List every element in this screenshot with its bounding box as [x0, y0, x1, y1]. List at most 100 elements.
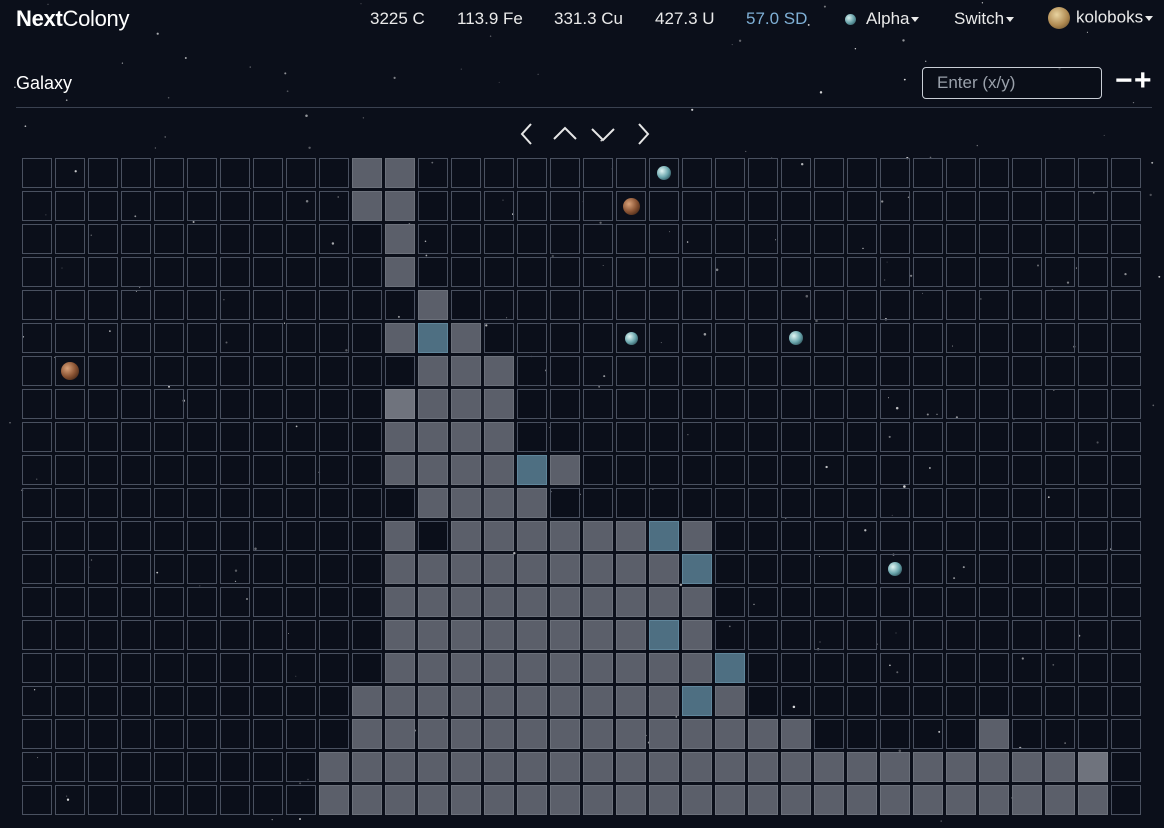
map-tile[interactable] [616, 257, 646, 287]
map-tile[interactable] [385, 356, 415, 386]
map-tile[interactable] [253, 719, 283, 749]
map-tile[interactable] [1012, 455, 1042, 485]
map-tile[interactable] [1012, 290, 1042, 320]
zoom-out-button[interactable]: − [1115, 66, 1133, 96]
map-tile[interactable] [649, 488, 679, 518]
map-tile[interactable] [451, 257, 481, 287]
map-tile[interactable] [220, 785, 250, 815]
map-tile[interactable] [1012, 389, 1042, 419]
map-tile[interactable] [913, 587, 943, 617]
map-tile[interactable] [1111, 686, 1141, 716]
map-tile[interactable] [88, 323, 118, 353]
map-tile[interactable] [781, 455, 811, 485]
map-tile[interactable] [1045, 224, 1075, 254]
map-tile[interactable] [484, 257, 514, 287]
map-tile[interactable] [22, 224, 52, 254]
map-tile[interactable] [847, 719, 877, 749]
map-tile[interactable] [187, 686, 217, 716]
map-tile[interactable] [253, 191, 283, 221]
map-tile[interactable] [814, 422, 844, 452]
map-tile[interactable] [385, 422, 415, 452]
map-tile[interactable] [484, 422, 514, 452]
map-tile[interactable] [286, 719, 316, 749]
map-tile[interactable] [913, 323, 943, 353]
map-tile[interactable] [1111, 785, 1141, 815]
map-tile[interactable] [946, 224, 976, 254]
map-tile[interactable] [847, 389, 877, 419]
map-tile[interactable] [385, 455, 415, 485]
map-tile[interactable] [748, 422, 778, 452]
map-tile[interactable] [583, 587, 613, 617]
map-tile[interactable] [88, 752, 118, 782]
map-tile[interactable] [583, 290, 613, 320]
map-tile[interactable] [319, 488, 349, 518]
map-tile[interactable] [1078, 455, 1108, 485]
map-tile[interactable] [616, 422, 646, 452]
chevron-down-icon[interactable] [590, 121, 616, 147]
map-tile[interactable] [484, 389, 514, 419]
map-tile[interactable] [748, 521, 778, 551]
map-tile[interactable] [781, 719, 811, 749]
map-tile[interactable] [352, 587, 382, 617]
map-tile[interactable] [253, 290, 283, 320]
map-tile[interactable] [1012, 719, 1042, 749]
map-tile[interactable] [913, 389, 943, 419]
map-tile[interactable] [187, 389, 217, 419]
map-tile[interactable] [121, 554, 151, 584]
map-tile[interactable] [814, 455, 844, 485]
map-tile[interactable] [187, 521, 217, 551]
map-tile[interactable] [1111, 389, 1141, 419]
map-tile[interactable] [913, 752, 943, 782]
map-tile[interactable] [649, 389, 679, 419]
map-tile[interactable] [352, 488, 382, 518]
map-tile[interactable] [517, 257, 547, 287]
map-tile[interactable] [154, 191, 184, 221]
map-tile[interactable] [550, 257, 580, 287]
map-tile[interactable] [583, 356, 613, 386]
map-tile[interactable] [550, 785, 580, 815]
map-tile[interactable] [517, 752, 547, 782]
map-tile[interactable] [715, 521, 745, 551]
map-tile[interactable] [583, 752, 613, 782]
map-tile[interactable] [22, 653, 52, 683]
map-tile[interactable] [748, 455, 778, 485]
map-tile[interactable] [484, 224, 514, 254]
map-tile[interactable] [55, 323, 85, 353]
map-tile[interactable] [748, 686, 778, 716]
map-tile[interactable] [1012, 191, 1042, 221]
map-tile[interactable] [319, 191, 349, 221]
map-tile[interactable] [913, 455, 943, 485]
map-tile[interactable] [88, 587, 118, 617]
map-tile[interactable] [979, 554, 1009, 584]
switch-dropdown[interactable]: Switch [954, 9, 1015, 29]
map-tile[interactable] [286, 587, 316, 617]
map-tile[interactable] [220, 455, 250, 485]
map-tile[interactable] [55, 422, 85, 452]
map-tile[interactable] [1012, 488, 1042, 518]
map-tile[interactable] [748, 323, 778, 353]
coordinate-input[interactable] [922, 67, 1102, 99]
map-tile[interactable] [880, 719, 910, 749]
map-tile[interactable] [286, 785, 316, 815]
map-tile[interactable] [583, 620, 613, 650]
map-tile[interactable] [484, 620, 514, 650]
map-tile[interactable] [55, 554, 85, 584]
map-tile[interactable] [1078, 719, 1108, 749]
map-tile[interactable] [187, 323, 217, 353]
map-tile[interactable] [880, 422, 910, 452]
map-tile[interactable] [187, 224, 217, 254]
map-tile[interactable] [187, 158, 217, 188]
map-tile[interactable] [286, 257, 316, 287]
map-tile[interactable] [88, 356, 118, 386]
map-tile[interactable] [1045, 752, 1075, 782]
map-tile[interactable] [1045, 653, 1075, 683]
map-tile[interactable] [979, 290, 1009, 320]
map-tile[interactable] [550, 488, 580, 518]
map-tile[interactable] [847, 620, 877, 650]
map-tile[interactable] [1078, 224, 1108, 254]
map-tile[interactable] [550, 422, 580, 452]
map-tile[interactable] [1111, 620, 1141, 650]
map-tile[interactable] [418, 785, 448, 815]
map-tile[interactable] [649, 719, 679, 749]
map-tile[interactable] [946, 389, 976, 419]
